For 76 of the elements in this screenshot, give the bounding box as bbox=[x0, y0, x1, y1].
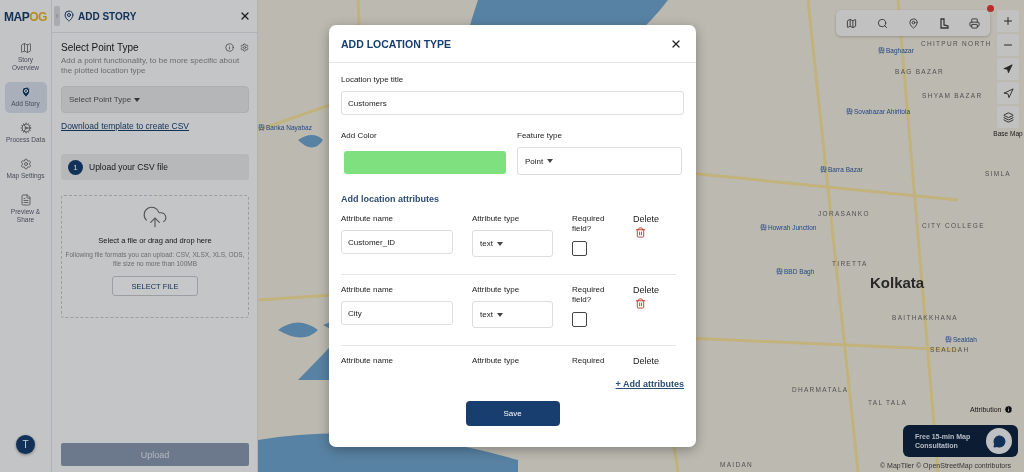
map-icon[interactable] bbox=[846, 17, 857, 29]
zoom-in-button[interactable] bbox=[997, 10, 1019, 32]
document-icon bbox=[19, 194, 32, 206]
step-number: 1 bbox=[68, 159, 83, 175]
layers-icon bbox=[1002, 111, 1014, 123]
field-label: Attribute type bbox=[472, 285, 521, 295]
map-label: Kolkata bbox=[870, 274, 925, 291]
description-text: Add a point functionality, to be more specific about the plotted location type bbox=[61, 56, 241, 76]
field-label: Feature type bbox=[517, 131, 563, 141]
section-heading: Add location attributes bbox=[341, 194, 440, 204]
trash-icon[interactable] bbox=[635, 227, 646, 238]
attribute-type-dropdown[interactable]: text bbox=[472, 230, 553, 257]
field-label: Add Color bbox=[341, 131, 378, 141]
cloud-upload-icon bbox=[142, 204, 168, 230]
attribute-name-field[interactable]: City bbox=[341, 301, 453, 325]
required-checkbox[interactable] bbox=[572, 241, 587, 256]
field-label: Required field? bbox=[572, 214, 606, 234]
station-icon bbox=[760, 224, 767, 231]
chat-icon bbox=[992, 434, 1006, 448]
field-label: Required field? bbox=[572, 285, 606, 305]
delete-label: Delete bbox=[633, 356, 660, 366]
delete-label: Delete bbox=[633, 285, 660, 295]
field-label: Location type title bbox=[341, 75, 405, 85]
chevron-icon bbox=[54, 13, 60, 19]
locate-button[interactable] bbox=[997, 82, 1019, 104]
user-avatar[interactable]: T bbox=[16, 435, 35, 454]
field-label: Required bbox=[572, 356, 606, 366]
settings-icon[interactable] bbox=[240, 43, 249, 52]
feature-type-dropdown[interactable]: Point bbox=[517, 147, 682, 175]
station-icon bbox=[776, 268, 783, 275]
close-icon[interactable] bbox=[239, 10, 251, 22]
notification-dot bbox=[987, 5, 994, 12]
section-title: Select Point Type bbox=[61, 42, 140, 53]
caret-icon bbox=[496, 241, 503, 246]
title-input-field[interactable]: Customers bbox=[341, 91, 684, 115]
cog-icon bbox=[19, 122, 32, 134]
delete-label: Delete bbox=[633, 214, 660, 224]
color-swatch[interactable] bbox=[344, 151, 506, 174]
caret-icon bbox=[134, 97, 141, 102]
caret-icon bbox=[496, 312, 503, 317]
attribute-name-field[interactable]: Customer_ID bbox=[341, 230, 453, 254]
station-icon bbox=[846, 108, 853, 115]
add-attributes-link[interactable]: + Add attributes bbox=[615, 379, 684, 389]
field-label: Attribute type bbox=[472, 356, 521, 366]
station-icon bbox=[258, 124, 265, 131]
dialog-title: ADD LOCATION TYPE bbox=[341, 37, 453, 50]
caret-icon bbox=[547, 159, 554, 163]
station-icon bbox=[945, 336, 952, 343]
required-checkbox[interactable] bbox=[572, 312, 587, 327]
base-map-button[interactable] bbox=[997, 106, 1019, 128]
point-type-dropdown[interactable]: Select Point Type bbox=[61, 86, 249, 113]
collapse-handle[interactable] bbox=[54, 6, 60, 26]
plus-icon bbox=[1002, 15, 1014, 27]
station-icon bbox=[820, 166, 827, 173]
field-label: Attribute type bbox=[472, 214, 521, 224]
gear-icon bbox=[19, 158, 32, 170]
field-label: Attribute name bbox=[341, 285, 395, 295]
pin-icon bbox=[63, 10, 75, 22]
chat-button[interactable] bbox=[986, 428, 1012, 454]
pin-icon bbox=[19, 86, 32, 98]
station-icon bbox=[878, 47, 885, 54]
pin-icon[interactable] bbox=[908, 17, 919, 29]
field-label: Attribute name bbox=[341, 214, 395, 224]
step-label: Upload your CSV file bbox=[89, 162, 168, 172]
template-link[interactable]: Download template to create CSV bbox=[61, 121, 249, 131]
search-icon[interactable] bbox=[877, 17, 888, 29]
printer-icon[interactable] bbox=[969, 17, 980, 29]
save-button[interactable]: Save bbox=[465, 401, 560, 426]
field-label: Attribute name bbox=[341, 356, 395, 366]
logo: MAPOG bbox=[3, 8, 48, 26]
map-icon bbox=[19, 42, 32, 54]
compass-button[interactable] bbox=[997, 58, 1019, 80]
attribute-type-dropdown[interactable]: text bbox=[472, 301, 553, 328]
trash-icon[interactable] bbox=[635, 298, 646, 309]
navigation-icon bbox=[1002, 87, 1014, 99]
panel-title: ADD STORY bbox=[78, 10, 138, 22]
